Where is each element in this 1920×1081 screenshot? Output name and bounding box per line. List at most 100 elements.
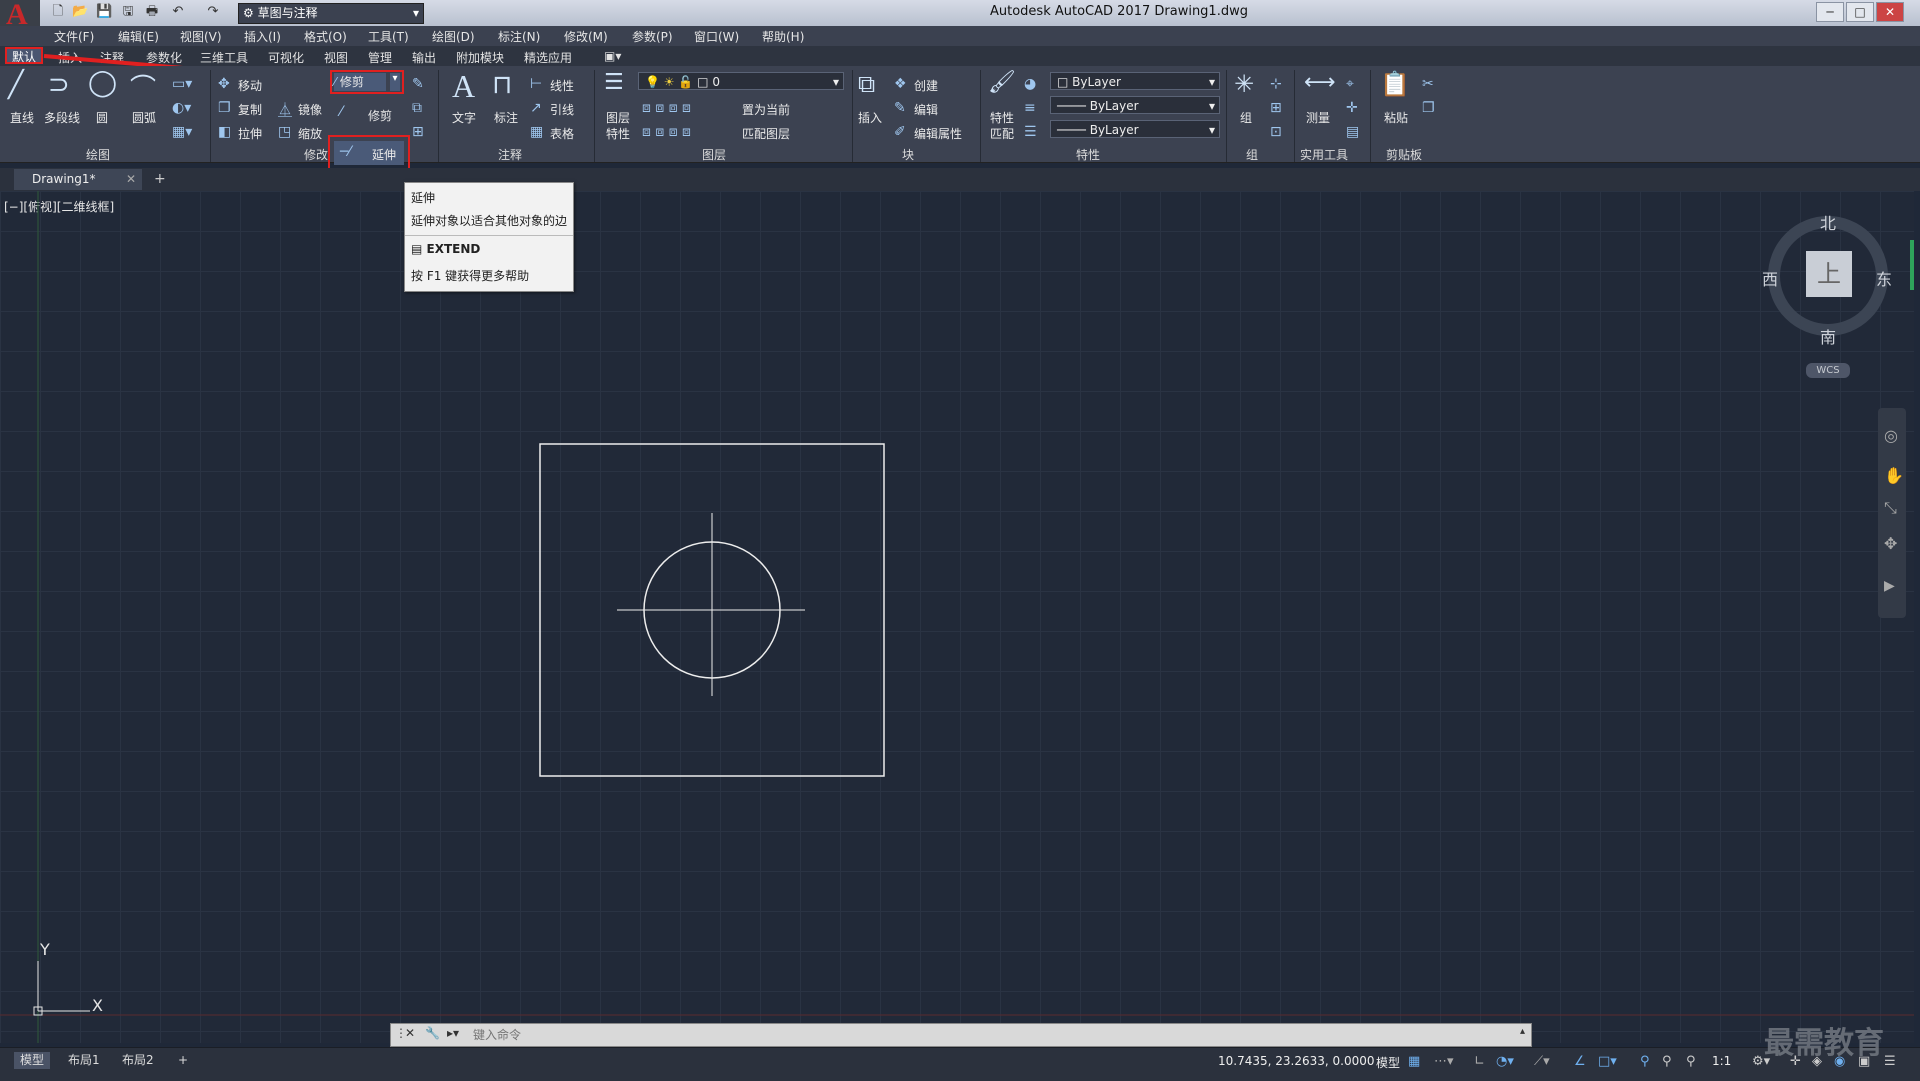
- compass-west[interactable]: 西: [1762, 266, 1778, 290]
- measure-button[interactable]: 测量: [1306, 109, 1330, 126]
- compass-north[interactable]: 北: [1820, 210, 1836, 234]
- cut-icon[interactable]: ✂: [1422, 76, 1434, 92]
- copy-button[interactable]: 复制: [238, 101, 262, 118]
- hatch-icon[interactable]: ◐▾: [172, 100, 191, 116]
- text-icon[interactable]: A: [452, 68, 475, 105]
- array-icon[interactable]: ⊞: [412, 124, 424, 140]
- group-select-icon[interactable]: ⊡: [1270, 124, 1282, 140]
- match-properties-label-1[interactable]: 特性: [990, 109, 1014, 126]
- annotation-visibility-icon[interactable]: ⚲: [1640, 1054, 1650, 1069]
- linetype-dropdown[interactable]: ──── ByLayer ▾: [1050, 96, 1220, 114]
- measure-icon[interactable]: ⟷: [1304, 70, 1336, 95]
- ortho-icon[interactable]: ∟: [1474, 1054, 1485, 1069]
- scroll-indicator[interactable]: [1910, 240, 1914, 290]
- new-layout-plus-icon[interactable]: +: [172, 1052, 194, 1069]
- match-properties-icon[interactable]: 🖌: [988, 70, 1016, 95]
- isodraft-icon[interactable]: ⟋▾: [1534, 1054, 1550, 1069]
- menu-draw[interactable]: 绘图(D): [432, 28, 475, 45]
- trim-dropdown-face[interactable]: ⁄ 修剪: [334, 73, 386, 91]
- group-edit-icon[interactable]: ⊞: [1270, 100, 1282, 116]
- object-snap-tracking-icon[interactable]: ∠: [1574, 1054, 1586, 1069]
- object-snap-icon[interactable]: □▾: [1598, 1054, 1617, 1069]
- edit-attribute-button[interactable]: 编辑属性: [914, 125, 962, 142]
- circle-button[interactable]: 圆: [96, 109, 108, 126]
- insert-block-icon[interactable]: ⧉: [858, 70, 875, 98]
- region-icon[interactable]: ▦▾: [172, 124, 192, 140]
- text-button[interactable]: 文字: [452, 109, 476, 126]
- circle-icon[interactable]: ◯: [88, 68, 117, 98]
- pan-icon[interactable]: ✋: [1884, 466, 1904, 485]
- minimize-button[interactable]: ─: [1816, 2, 1844, 22]
- table-button[interactable]: 表格: [550, 125, 574, 142]
- layer-properties-label-1[interactable]: 图层: [606, 109, 630, 126]
- group-icon[interactable]: ✳: [1234, 70, 1254, 98]
- layout-tab-2[interactable]: 布局2: [116, 1052, 160, 1069]
- layout-tab-model[interactable]: 模型: [14, 1052, 51, 1069]
- viewcube-top-face[interactable]: 上: [1806, 251, 1852, 297]
- compass-east[interactable]: 东: [1876, 266, 1892, 290]
- id-point-icon[interactable]: ⌖: [1346, 76, 1354, 92]
- tab-featured-apps[interactable]: 精选应用: [524, 49, 572, 66]
- arc-button[interactable]: 圆弧: [132, 109, 156, 126]
- tab-drawing1[interactable]: Drawing1* ✕: [14, 169, 142, 190]
- ungroup-icon[interactable]: ⊹: [1270, 76, 1282, 92]
- menu-window[interactable]: 窗口(W): [694, 28, 739, 45]
- close-icon[interactable]: ✕: [126, 169, 136, 190]
- paste-button[interactable]: 粘贴: [1384, 109, 1408, 126]
- polar-icon[interactable]: ◔▾: [1496, 1054, 1514, 1069]
- lineweight-dropdown[interactable]: ──── ByLayer ▾: [1050, 120, 1220, 138]
- chevron-down-icon[interactable]: ▾: [390, 73, 400, 91]
- orbit-icon[interactable]: ✥: [1884, 534, 1897, 553]
- customize-wrench-icon[interactable]: 🔧: [425, 1026, 440, 1040]
- move-button[interactable]: 移动: [238, 77, 262, 94]
- line-icon[interactable]: ╱: [8, 70, 24, 100]
- erase-icon[interactable]: ✎: [412, 76, 424, 92]
- menu-help[interactable]: 帮助(H): [762, 28, 804, 45]
- grid-icon[interactable]: ▦: [1408, 1054, 1420, 1069]
- command-prompt-icon[interactable]: ▸▾: [447, 1026, 459, 1040]
- menu-parametric[interactable]: 参数(P): [632, 28, 673, 45]
- tab-addins[interactable]: 附加模块: [456, 49, 504, 66]
- close-icon[interactable]: ✕: [405, 1026, 415, 1040]
- layer-dropdown[interactable]: 💡 ☀ 🔓 □ 0 ▾: [638, 72, 844, 90]
- compass-south[interactable]: 南: [1820, 324, 1836, 348]
- leader-button[interactable]: 引线: [550, 101, 574, 118]
- steering-wheel-icon[interactable]: ◎: [1884, 426, 1898, 445]
- layer-tool-icon[interactable]: ⧈ ⧈ ⧈ ⧈: [642, 124, 691, 140]
- polyline-button[interactable]: 多段线: [44, 109, 80, 126]
- annotation-scale-icon[interactable]: ⚲: [1686, 1054, 1696, 1069]
- menu-dimension[interactable]: 标注(N): [498, 28, 540, 45]
- point-icon[interactable]: ✛: [1346, 100, 1358, 116]
- extend-menu-item[interactable]: ─⁄ 延伸: [334, 141, 404, 165]
- match-properties-label-2[interactable]: 匹配: [990, 125, 1014, 142]
- layout-tab-1[interactable]: 布局1: [62, 1052, 106, 1069]
- maximize-button[interactable]: □: [1846, 2, 1874, 22]
- copy-clip-icon[interactable]: ❐: [1422, 100, 1435, 116]
- showmotion-icon[interactable]: ▶: [1884, 578, 1895, 594]
- arc-icon[interactable]: ⌒: [130, 68, 156, 105]
- new-tab-plus-icon[interactable]: +: [154, 171, 166, 187]
- mirror-button[interactable]: 镜像: [298, 101, 322, 118]
- calculator-icon[interactable]: ▤: [1346, 124, 1359, 140]
- stretch-button[interactable]: 拉伸: [238, 125, 262, 142]
- insert-block-button[interactable]: 插入: [858, 109, 882, 126]
- match-layer-button[interactable]: 匹配图层: [742, 125, 790, 142]
- scale-button[interactable]: 缩放: [298, 125, 322, 142]
- set-current-button[interactable]: 置为当前: [742, 101, 790, 118]
- auto-scale-icon[interactable]: ⚲: [1662, 1054, 1672, 1069]
- annotation-scale-value[interactable]: 1:1: [1712, 1054, 1731, 1068]
- menu-modify[interactable]: 修改(M): [564, 28, 608, 45]
- coordinate-readout[interactable]: 10.7435, 23.2633, 0.0000: [1218, 1054, 1375, 1068]
- dimension-icon[interactable]: ⊓: [492, 70, 512, 100]
- command-input[interactable]: [471, 1026, 1455, 1044]
- dimension-button[interactable]: 标注: [494, 109, 518, 126]
- layer-properties-label-2[interactable]: 特性: [606, 125, 630, 142]
- edit-block-button[interactable]: 编辑: [914, 101, 938, 118]
- customization-menu-icon[interactable]: ☰: [1884, 1054, 1896, 1069]
- linear-button[interactable]: 线性: [550, 77, 574, 94]
- rectangle-icon[interactable]: ▭▾: [172, 76, 192, 92]
- wcs-menu[interactable]: WCS: [1806, 363, 1850, 378]
- zoom-icon[interactable]: ⤡: [1884, 498, 1897, 518]
- offset-icon[interactable]: ⧉: [412, 100, 422, 116]
- trim-menu-item[interactable]: 修剪: [368, 107, 392, 124]
